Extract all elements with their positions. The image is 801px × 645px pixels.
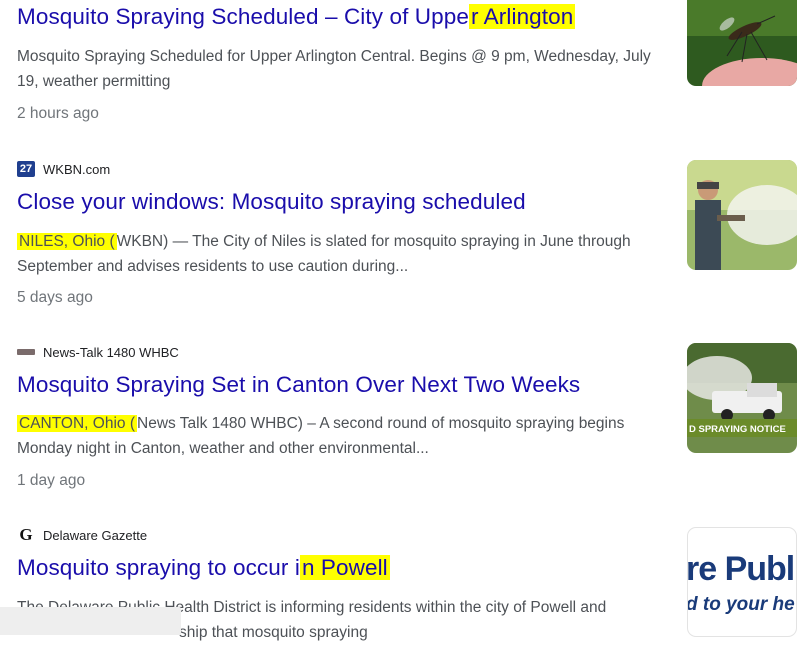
mosquito-thumbnail-graphic (687, 0, 797, 86)
title-text: Mosquito spraying to occur i (17, 555, 300, 580)
spray-truck-thumbnail-graphic: D SPRAYING NOTICE (687, 343, 797, 453)
title-highlight: r Arlington (468, 4, 576, 29)
result-source[interactable]: G Delaware Gazette (17, 525, 148, 544)
spray-truck-image[interactable]: D SPRAYING NOTICE (687, 343, 797, 453)
fogging-thumbnail-graphic (687, 160, 797, 270)
result-title-link[interactable]: Mosquito spraying to occur in Powell (17, 555, 390, 581)
source-name: Delaware Gazette (43, 527, 148, 543)
result-age: 1 day ago (17, 472, 86, 489)
title-highlight: n Powell (299, 555, 390, 580)
thumb-caption: D SPRAYING NOTICE (689, 424, 786, 435)
title-text: Mosquito Spraying Scheduled – City of Up… (17, 4, 469, 29)
result-title-link[interactable]: Mosquito Spraying Set in Canton Over Nex… (17, 372, 580, 398)
snippet-highlight: NILES, Ohio ( (17, 233, 117, 250)
overlay-panel (0, 607, 181, 635)
whbc-logo-icon (17, 349, 35, 355)
public-health-logo-image[interactable]: re Public d to your he (687, 527, 797, 637)
mosquito-image[interactable] (687, 0, 797, 86)
thumb-text-line: d to your he (687, 594, 795, 615)
result-snippet: NILES, Ohio (WKBN) — The City of Niles i… (17, 229, 667, 279)
result-snippet: CANTON, Ohio (News Talk 1480 WHBC) – A s… (17, 411, 667, 461)
result-title-link[interactable]: Mosquito Spraying Scheduled – City of Up… (17, 4, 576, 30)
result-source[interactable]: 27 WKBN.com (17, 160, 110, 178)
result-title-link[interactable]: Close your windows: Mosquito spraying sc… (17, 189, 526, 215)
snippet-highlight: CANTON, Ohio ( (17, 415, 137, 432)
result-age: 5 days ago (17, 289, 93, 306)
result-source[interactable]: News-Talk 1480 WHBC (17, 343, 179, 361)
result-snippet: Mosquito Spraying Scheduled for Upper Ar… (17, 48, 651, 90)
source-name: WKBN.com (43, 161, 111, 177)
wkbn-logo-icon: 27 (17, 161, 35, 177)
delaware-gazette-logo-icon: G (19, 525, 33, 544)
fogging-worker-image[interactable] (687, 160, 797, 270)
source-name: News-Talk 1480 WHBC (43, 344, 179, 360)
thumb-text-line: re Public (687, 550, 796, 588)
result-age: 2 hours ago (17, 105, 99, 122)
